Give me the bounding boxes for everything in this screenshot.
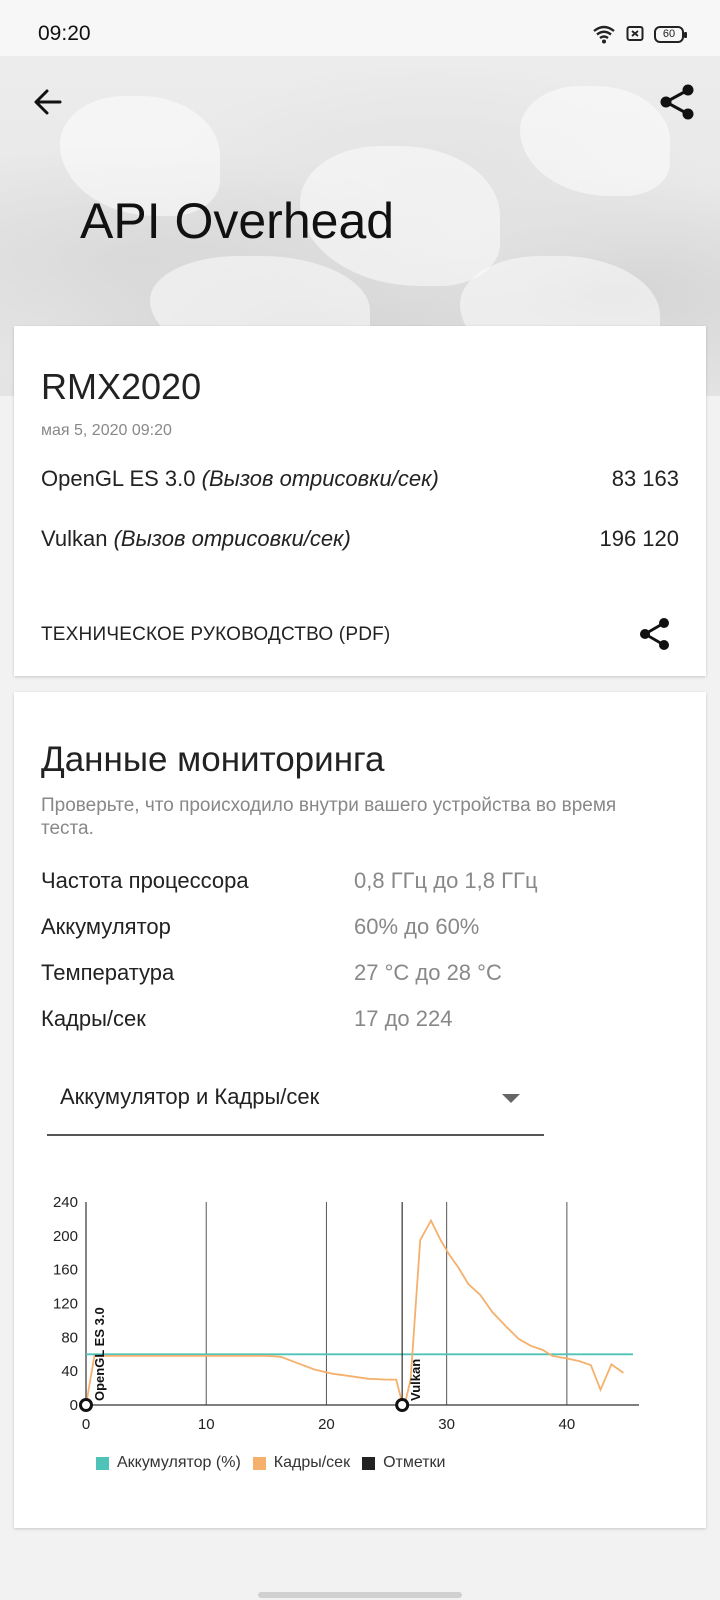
legend-swatch (362, 1456, 376, 1470)
y-tick-label: 40 (61, 1363, 78, 1380)
api-name: OpenGL ES 3.0 (41, 466, 196, 491)
legend-item: Аккумулятор (%) (96, 1454, 241, 1472)
legend-swatch (96, 1456, 109, 1470)
monitor-key: Температура (41, 960, 175, 985)
y-tick-label: 80 (61, 1329, 78, 1346)
legend-item: Кадры/сек (252, 1454, 351, 1472)
legend-label: Кадры/сек (273, 1454, 351, 1471)
monitor-key: Частота процессора (41, 868, 249, 893)
monitor-key: Аккумулятор (41, 914, 171, 939)
y-tick-label: 240 (53, 1194, 78, 1211)
marker-point (395, 1398, 410, 1412)
dropdown-value: Аккумулятор и Кадры/сек (60, 1084, 320, 1109)
monitoring-card: Данные мониторинга Проверьте, что происх… (14, 692, 706, 1528)
series-line (85, 1218, 624, 1408)
dropdown-arrow-icon (502, 1094, 520, 1103)
x-tick-label: 20 (318, 1416, 335, 1433)
marker-label: Vulkan (408, 1359, 423, 1401)
wifi-icon (593, 25, 615, 44)
chart-legend: Аккумулятор (%) Кадры/сек Отметки (96, 1454, 445, 1472)
monitor-value: 17 до 224 (354, 1006, 453, 1031)
monitoring-subtitle: Проверьте, что происходило внутри вашего… (41, 795, 617, 839)
score-label: OpenGL ES 3.0 (Вызов отрисовки/сек) (41, 466, 439, 492)
share-guide-icon[interactable] (638, 616, 672, 652)
monitor-key: Кадры/сек (41, 1006, 146, 1031)
back-arrow-icon[interactable] (30, 84, 66, 120)
score-value: 83 163 (611, 466, 679, 491)
y-tick-label: 160 (53, 1262, 78, 1279)
sim-icon (626, 26, 644, 41)
monitoring-chart: 0 40 80 120 160 200 240 0 10 20 30 40 OpenGL ES 3.0 V… (53, 1194, 639, 1433)
api-name: Vulkan (41, 526, 108, 551)
monitor-value: 60% до 60% (354, 914, 480, 939)
battery-icon: 60 (654, 25, 687, 43)
x-tick-label: 40 (559, 1416, 576, 1433)
y-tick-label: 120 (53, 1296, 78, 1313)
legend-label: Аккумулятор (%) (117, 1454, 241, 1471)
home-indicator (258, 1592, 462, 1598)
marker-point (79, 1398, 93, 1412)
chart-type-dropdown[interactable]: Аккумулятор и Кадры/сек (47, 1074, 544, 1136)
status-bar: 09:20 60 (0, 0, 720, 56)
marker-label: OpenGL ES 3.0 (92, 1307, 107, 1401)
status-icons: 60 (592, 24, 687, 44)
monitor-value: 27 °C до 28 °C (354, 960, 502, 985)
legend-swatch (252, 1456, 266, 1470)
technical-guide-link[interactable]: ТЕХНИЧЕСКОЕ РУКОВОДСТВО (PDF) (41, 624, 390, 646)
y-tick-label: 200 (53, 1228, 78, 1245)
status-time: 09:20 (38, 22, 91, 45)
y-tick-label: 0 (70, 1397, 78, 1414)
share-icon[interactable] (658, 82, 696, 122)
legend-label: Отметки (383, 1454, 446, 1471)
score-row-opengl: OpenGL ES 3.0 (Вызов отрисовки/сек) 83 1… (41, 466, 679, 492)
legend-item: Отметки (362, 1454, 445, 1472)
result-card: RMX2020 мая 5, 2020 09:20 OpenGL ES 3.0 … (14, 326, 706, 676)
page-title: API Overhead (80, 193, 395, 249)
monitoring-title: Данные мониторинга (41, 740, 385, 779)
x-tick-label: 0 (82, 1416, 90, 1433)
x-tick-label: 30 (438, 1416, 455, 1433)
score-row-vulkan: Vulkan (Вызов отрисовки/сек) 196 120 (41, 526, 679, 552)
test-date: мая 5, 2020 09:20 (41, 422, 172, 439)
x-tick-label: 10 (198, 1416, 215, 1433)
score-value: 196 120 (599, 526, 679, 551)
score-label: Vulkan (Вызов отрисовки/сек) (41, 526, 351, 552)
device-name: RMX2020 (41, 366, 202, 407)
api-unit: (Вызов отрисовки/сек) (201, 466, 439, 491)
api-unit: (Вызов отрисовки/сек) (113, 526, 351, 551)
monitor-value: 0,8 ГГц до 1,8 ГГц (354, 868, 538, 893)
